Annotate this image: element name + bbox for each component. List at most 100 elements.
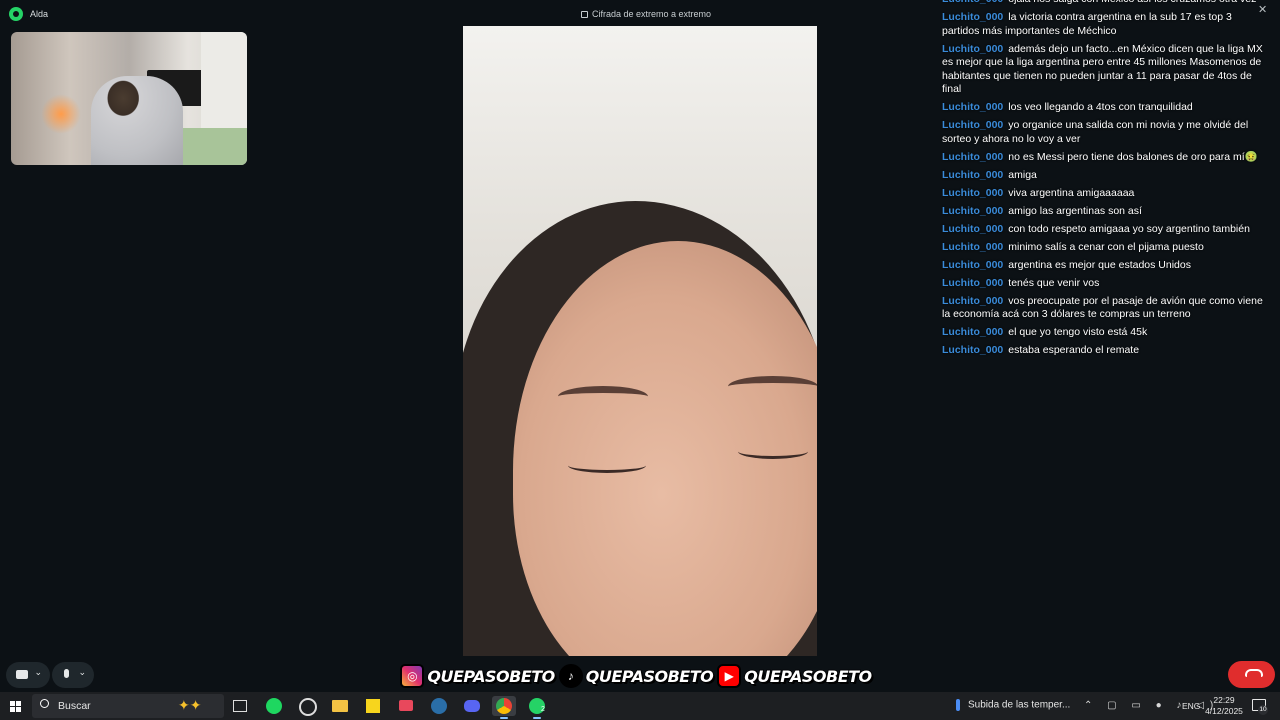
thermometer-icon [956,699,960,711]
tiktok-icon: ♪ [558,664,583,688]
instagram-icon: ◎ [400,664,425,688]
weather-text: Subida de las temper... [968,699,1071,711]
youtube-icon: ▶ [717,664,742,688]
remote-video-brow-right [728,376,817,397]
instagram-handle: ◎ QUEPASOBETO [400,664,556,688]
chat-username: Luchito_000 [942,294,1004,307]
file-explorer-icon[interactable] [330,696,350,716]
chat-username: Luchito_000 [942,42,1004,55]
app-icon-red[interactable] [396,696,416,716]
social-handles-overlay: ◎ QUEPASOBETO ♪ QUEPASOBETO ▶ QUEPASOBET… [400,662,873,690]
chat-username: Luchito_000 [942,258,1004,271]
chat-username: Luchito_000 [942,344,1004,356]
chat-message-text: ojalá nos salga con México así los cruza… [1008,0,1256,5]
search-icon [40,699,49,708]
chat-message: Luchito_000 además dejo un facto...en Méx… [942,43,1270,97]
chat-message: Luchito_000 estaba esperando el remate [942,344,1270,358]
chat-message-text: minimo salís a cenar con el pijama puest… [1008,240,1204,253]
chat-username: Luchito_000 [942,150,1004,163]
chat-message-text: argentina es mejor que estados Unidos [1008,258,1191,271]
self-cam-person [91,76,183,165]
youtube-handle-text: QUEPASOBETO [743,666,872,687]
chat-message: Luchito_000 vos preocupate por el pasaje … [942,295,1270,322]
encryption-label: Cifrada de extremo a extremo [581,9,711,19]
remote-video-brow-left [558,386,648,407]
self-cam-lamp [41,94,81,134]
video-camera-icon [16,670,28,679]
chat-message-text: tenés que venir vos [1008,276,1100,289]
sticky-notes-icon[interactable] [363,696,383,716]
stream-chat-overlay: Luchito_000 ojalá nos salga con México as… [942,0,1270,362]
chat-username: Luchito_000 [942,168,1004,181]
chat-message: Luchito_000 los veo llegando a 4tos con t… [942,101,1270,115]
chat-message-text: estaba esperando el remate [1008,344,1140,356]
discord-icon[interactable] [462,696,482,716]
weather-widget[interactable]: Subida de las temper... [956,699,1070,711]
chat-message-text: amiga [1008,168,1037,181]
whatsapp-logo-icon [9,7,23,21]
chat-message: Luchito_000 amiga [942,169,1270,183]
chat-message-text: no es Messi pero tiene dos balones de or… [1008,150,1258,163]
chat-username: Luchito_000 [942,222,1004,235]
clock-date: 4/12/2025 [1205,706,1243,716]
youtube-handle: ▶ QUEPASOBETO [717,664,873,688]
chat-username: Luchito_000 [942,186,1004,199]
search-placeholder: Buscar [58,700,91,712]
chevron-down-icon[interactable]: ⌄ [34,667,42,678]
chat-message: Luchito_000 yo organice una salida con mi… [942,119,1270,146]
instagram-handle-text: QUEPASOBETO [427,666,556,687]
start-button[interactable] [10,701,22,713]
encryption-text: Cifrada de extremo a extremo [592,9,712,19]
speedtest-icon[interactable] [297,696,317,716]
lock-icon [581,11,588,19]
chevron-down-icon[interactable]: ⌄ [78,667,86,678]
whatsapp-badge: 2 [541,706,545,713]
whatsapp-taskbar-icon[interactable]: 2 [527,696,551,719]
chat-message: Luchito_000 tenés que venir vos [942,277,1270,291]
chat-message-text: amigo las argentinas son así [1008,204,1142,217]
active-app-indicator [533,717,541,719]
spotify-icon[interactable] [264,696,284,716]
chat-message: Luchito_000 con todo respeto amigaaa yo s… [942,223,1270,237]
self-cam-door [201,32,247,142]
remote-video-eye-right [738,444,808,459]
chat-message: Luchito_000 argentina es mejor que estado… [942,259,1270,273]
microphone-icon [64,669,69,678]
chat-username: Luchito_000 [942,204,1004,217]
hang-up-icon [1245,669,1263,677]
chat-username: Luchito_000 [942,119,1004,131]
taskbar-search-box[interactable]: Buscar ✦✦ [32,694,224,718]
chat-message-text: viva argentina amigaaaaaa [1008,186,1135,199]
camera-toggle-button[interactable]: ⌄ [6,662,50,688]
chat-username: Luchito_000 [942,101,1004,113]
microphone-toggle-button[interactable]: ⌄ [52,662,94,688]
copilot-sparkle-icon: ✦✦ [178,697,202,713]
remote-video-feed [463,26,817,656]
steam-icon[interactable] [429,696,449,716]
chat-message: Luchito_000 la victoria contra argentina … [942,11,1270,38]
chat-message: Luchito_000 ojalá nos salga con México as… [942,0,1270,7]
active-app-indicator [500,717,508,719]
windows-logo-icon [10,701,15,706]
chat-message-text: con todo respeto amigaaa yo soy argentin… [1008,222,1250,235]
clock-time: 22:29 [1213,695,1235,705]
chat-username: Luchito_000 [942,326,1004,338]
chrome-icon[interactable] [492,696,516,719]
notifications-count-badge: 10 [1258,705,1268,715]
chat-message-text: el que yo tengo visto está 45k [1008,326,1148,338]
end-call-button[interactable] [1228,661,1275,688]
chat-message: Luchito_000 minimo salís a cenar con el p… [942,241,1270,255]
remote-video-eye-left [568,458,646,473]
self-camera-preview[interactable] [11,32,247,165]
chat-message: Luchito_000 viva argentina amigaaaaaa [942,187,1270,201]
task-view-icon[interactable] [230,696,250,716]
language-indicator[interactable]: ENG [1182,701,1200,711]
chat-username: Luchito_000 [942,276,1004,289]
chat-username: Luchito_000 [942,0,1003,5]
chat-message: Luchito_000 amigo las argentinas son así [942,205,1270,219]
windows-taskbar: Buscar ✦✦ 2 Subida de las temper... ⌃ ▢ … [0,692,1280,720]
tiktok-handle: ♪ QUEPASOBETO [558,664,714,688]
self-cam-bed [175,128,247,165]
chat-message-text: los veo llegando a 4tos con tranquilidad [1008,101,1193,113]
taskbar-clock[interactable]: 22:29 4/12/2025 [1202,695,1246,717]
